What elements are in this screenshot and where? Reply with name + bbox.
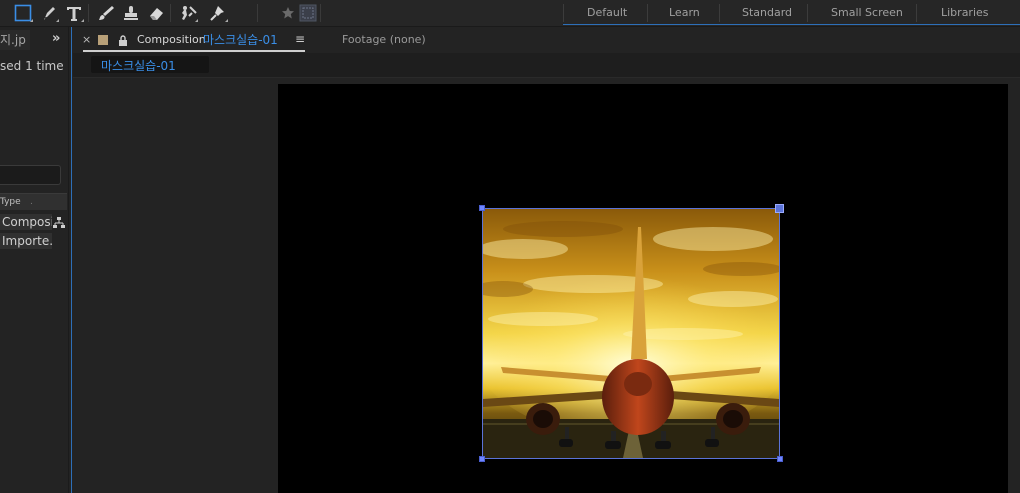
transform-handle-bottom-right[interactable] <box>777 456 783 462</box>
type-column-header[interactable]: Type . <box>0 193 67 210</box>
footage-tab[interactable]: Footage (none) <box>342 33 426 46</box>
item-usage-info: sed 1 time <box>0 59 64 73</box>
eraser-tool-icon[interactable] <box>145 2 167 24</box>
lock-icon[interactable] <box>118 32 128 51</box>
workspace-bar-underline <box>563 24 1020 25</box>
panel-menu-icon[interactable]: ≡ <box>295 32 305 46</box>
project-search-input[interactable] <box>0 165 61 185</box>
airplane-sunset-image <box>483 209 779 458</box>
star-icon[interactable] <box>277 2 299 24</box>
project-row-type-imported[interactable]: Importe.. <box>0 233 52 249</box>
workspace-standard[interactable]: Standard <box>742 6 792 19</box>
airplane-image-layer[interactable] <box>479 204 784 462</box>
pen-tool-icon[interactable] <box>38 2 60 24</box>
snapping-toggle-icon[interactable] <box>297 2 319 24</box>
rectangle-tool-icon[interactable] <box>12 2 34 24</box>
project-tab[interactable]: 지.jp <box>0 30 30 50</box>
transform-handle-top-left[interactable] <box>479 205 485 211</box>
composition-viewer[interactable] <box>73 78 1020 493</box>
composition-navigator-bar: 마스크실습-01 <box>73 53 1020 78</box>
panel-overflow-icon[interactable]: » <box>52 31 60 46</box>
close-tab-icon[interactable]: × <box>82 33 91 46</box>
breadcrumb-label: 마스크실습-01 <box>101 59 176 73</box>
roto-brush-tool-icon[interactable] <box>177 2 199 24</box>
project-panel: 지.jp » sed 1 time Type . Composi Importe… <box>0 27 69 493</box>
composition-canvas[interactable] <box>278 84 1008 493</box>
workspace-small-screen[interactable]: Small Screen <box>831 6 903 19</box>
transform-handle-bottom-left[interactable] <box>479 456 485 462</box>
transform-handle-top-right[interactable] <box>775 204 784 213</box>
workspace-libraries[interactable]: Libraries <box>941 6 989 19</box>
flowchart-icon[interactable] <box>53 214 65 233</box>
clone-stamp-tool-icon[interactable] <box>120 2 142 24</box>
composition-tab-bar: × Composition 마스크실습-01 ≡ Footage (none) <box>73 27 1020 53</box>
composition-panel: × Composition 마스크실습-01 ≡ Footage (none) … <box>73 27 1020 493</box>
type-column-label: Type <box>0 197 21 207</box>
workspace-learn[interactable]: Learn <box>669 6 700 19</box>
composition-tab-label[interactable]: Composition <box>137 33 206 46</box>
project-row-type-composition[interactable]: Composi <box>0 214 52 230</box>
panel-divider[interactable] <box>71 27 72 493</box>
type-tool-icon[interactable] <box>63 2 85 24</box>
workspace-default[interactable]: Default <box>587 6 627 19</box>
composition-breadcrumb[interactable]: 마스크실습-01 <box>91 56 209 73</box>
brush-tool-icon[interactable] <box>95 2 117 24</box>
active-tab-indicator <box>83 50 305 52</box>
puppet-pin-tool-icon[interactable] <box>207 2 229 24</box>
composition-tab-name[interactable]: 마스크실습-01 <box>203 31 278 48</box>
composition-color-swatch[interactable] <box>98 35 108 45</box>
column-sort-icon: . <box>30 197 33 207</box>
